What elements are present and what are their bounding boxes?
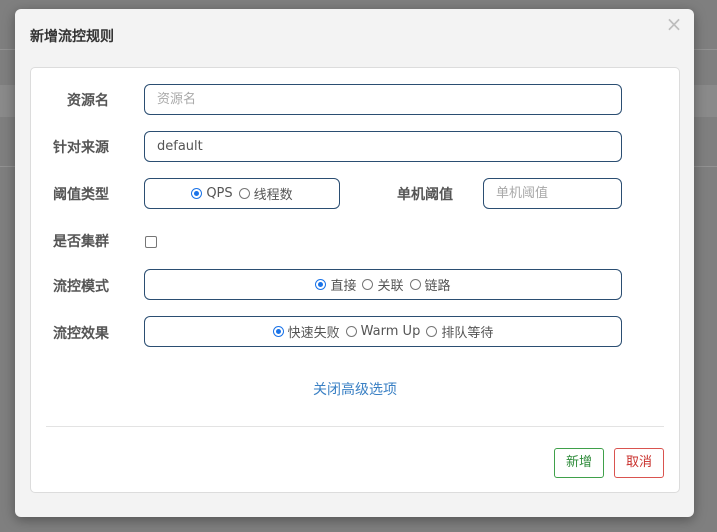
flow-effect-option-warm-up[interactable]: Warm Up bbox=[345, 324, 421, 339]
close-advanced-options-link[interactable]: 关闭高级选项 bbox=[31, 379, 679, 399]
single-threshold-label: 单机阈值 bbox=[397, 187, 453, 203]
radio-unchecked-icon[interactable] bbox=[362, 279, 374, 290]
flow-effect-radio-group: 快速失败 Warm Up 排队等待 bbox=[144, 316, 622, 347]
flow-effect-option-label: Warm Up bbox=[360, 324, 421, 339]
form-panel: 资源名 针对来源 阈值类型 QPS 线程数 单机阈值 是否集群 流控模式 bbox=[30, 67, 680, 493]
single-threshold-input[interactable] bbox=[483, 178, 622, 209]
flow-mode-option-label: 直接 bbox=[330, 279, 357, 294]
threshold-type-label: 阈值类型 bbox=[53, 187, 109, 203]
flow-mode-option-chain[interactable]: 链路 bbox=[409, 275, 451, 294]
flow-mode-radio-group: 直接 关联 链路 bbox=[144, 269, 622, 300]
threshold-type-option-label: QPS bbox=[206, 186, 233, 201]
flow-effect-label: 流控效果 bbox=[53, 326, 109, 342]
flow-effect-option-fail-fast[interactable]: 快速失败 bbox=[272, 322, 340, 341]
threshold-type-option-qps[interactable]: QPS bbox=[191, 186, 233, 201]
threshold-type-radio-group: QPS 线程数 bbox=[144, 178, 340, 209]
limit-app-input[interactable] bbox=[144, 131, 622, 162]
flow-mode-option-label: 链路 bbox=[424, 279, 451, 294]
flow-effect-option-label: 快速失败 bbox=[287, 326, 340, 341]
resource-name-input[interactable] bbox=[144, 84, 622, 115]
footer-divider bbox=[46, 426, 664, 427]
cluster-mode-label: 是否集群 bbox=[53, 234, 109, 250]
dialog-title: 新增流控规则 bbox=[30, 29, 114, 45]
flow-effect-option-label: 排队等待 bbox=[441, 326, 494, 341]
radio-checked-icon[interactable] bbox=[315, 279, 327, 290]
close-icon[interactable]: × bbox=[664, 14, 684, 34]
threshold-type-option-threads[interactable]: 线程数 bbox=[238, 184, 293, 203]
radio-unchecked-icon[interactable] bbox=[238, 188, 250, 199]
flow-rule-dialog: 新增流控规则 × 资源名 针对来源 阈值类型 QPS 线程数 单机阈值 是否集群… bbox=[15, 9, 694, 517]
radio-checked-icon[interactable] bbox=[272, 326, 284, 337]
cluster-mode-checkbox[interactable] bbox=[145, 236, 157, 248]
radio-unchecked-icon[interactable] bbox=[426, 326, 438, 337]
radio-unchecked-icon[interactable] bbox=[409, 279, 421, 290]
add-button[interactable]: 新增 bbox=[554, 448, 604, 478]
radio-unchecked-icon[interactable] bbox=[345, 326, 357, 337]
flow-mode-option-label: 关联 bbox=[377, 279, 404, 294]
flow-mode-option-relate[interactable]: 关联 bbox=[362, 275, 404, 294]
flow-mode-label: 流控模式 bbox=[53, 279, 109, 295]
limit-app-label: 针对来源 bbox=[53, 140, 109, 156]
resource-name-label: 资源名 bbox=[67, 93, 109, 109]
flow-effect-option-queue[interactable]: 排队等待 bbox=[426, 322, 493, 341]
cancel-button[interactable]: 取消 bbox=[614, 448, 664, 478]
flow-mode-option-direct[interactable]: 直接 bbox=[315, 275, 356, 294]
threshold-type-option-label: 线程数 bbox=[253, 188, 293, 203]
radio-checked-icon[interactable] bbox=[191, 188, 203, 199]
